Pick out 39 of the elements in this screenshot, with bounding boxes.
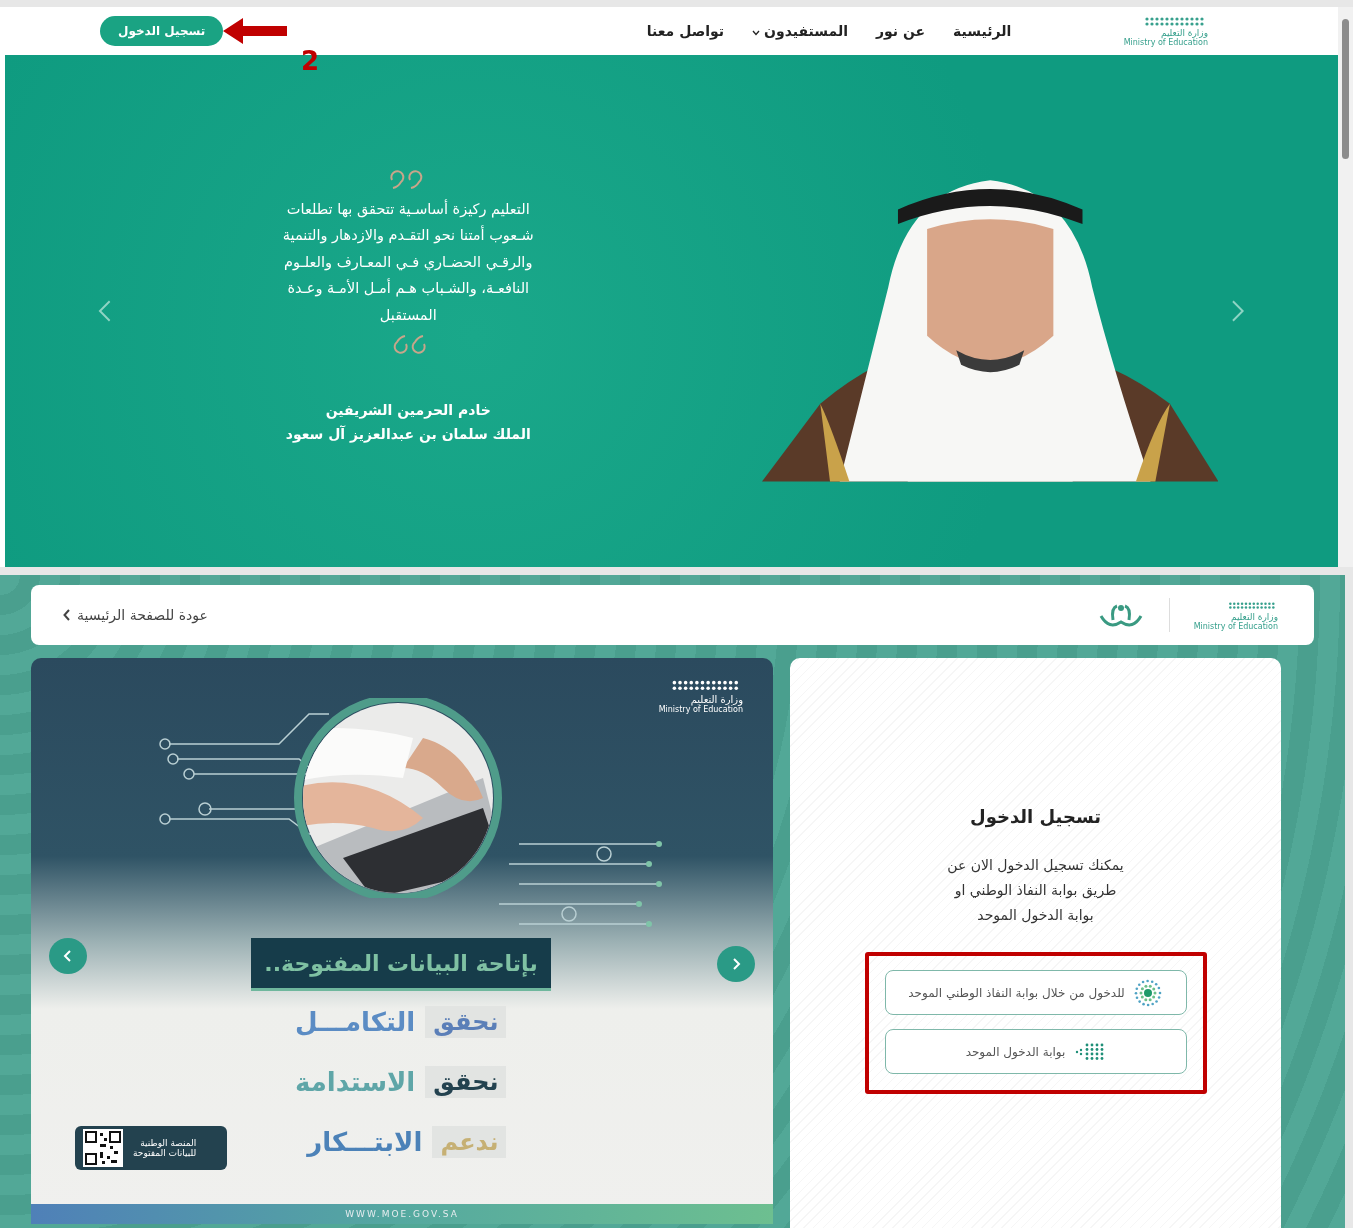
slogan-verb: نحقق — [425, 1006, 507, 1038]
logo-text: وزارة التعليم — [1230, 611, 1278, 622]
logo-text: وزارة التعليم — [1160, 27, 1208, 38]
login-option-button[interactable]: بوابة الدخول الموحد — [884, 1029, 1187, 1074]
chevron-left-icon — [63, 949, 73, 963]
scrollbar[interactable] — [1338, 7, 1353, 567]
logo-text: Ministry of Education — [1193, 621, 1278, 631]
slogan-text: الابتـــكار — [307, 1127, 423, 1157]
back-link[interactable]: عودة للصفحة الرئيسية — [63, 607, 208, 623]
slogan-verb: نحقق — [425, 1066, 507, 1098]
slogan-text: الاستدامة — [295, 1067, 416, 1097]
annotation-arrow-icon — [223, 16, 288, 46]
banner-headline: بإتاحة البيانات المفتوحة.. — [251, 938, 551, 991]
attribution-text: خادم الحرمين الشريفين — [325, 402, 491, 419]
nafath-icon — [1132, 977, 1163, 1008]
logo-icon — [1228, 599, 1278, 612]
chevron-right-icon — [731, 957, 741, 971]
nav-link[interactable]: المستفيدون — [752, 23, 848, 39]
chevron-icon — [63, 609, 71, 621]
logo-text: Ministry of Education — [658, 705, 743, 714]
qr-label: المنصة الوطنية للبيانات المفتوحة — [133, 1138, 197, 1158]
next-button[interactable] — [717, 946, 755, 982]
slogan-text: التكامـــل — [295, 1007, 416, 1037]
login-description: يمكنك تسجيل الدخول الان عن طريق بوابة النفاذ الوطني او بوابة الدخول الموحد — [947, 856, 1124, 926]
nav-link[interactable]: الرئيسية — [953, 23, 1012, 39]
attribution-text: الملك سلمان بن عبدالعزيز آل سعود — [285, 426, 531, 443]
quote-text: التعليم ركيزة أساسـية تتحقق بها تطلعات شـعوب أمتنا نحو التقـدم والازدهار والتنمية والرقـي الحضـاري فـي المعـارف والعلـوم النافعـة، والشـباب هـم أمـل الأمـة وعـدة المستقبل — [282, 198, 534, 325]
slogan-verb: ندعم — [432, 1126, 507, 1158]
logo-text: وزارة التعليم — [690, 694, 743, 705]
dots-icon — [1073, 1042, 1106, 1061]
previous-button[interactable] — [49, 938, 87, 974]
website-text: WWW.MOE.GOV.SA — [345, 1209, 459, 1219]
nav-link[interactable]: عن نور — [875, 23, 926, 39]
login-option-button[interactable]: للدخول من خلال بوابة النفاذ الوطني الموحد — [884, 970, 1187, 1015]
step-number: 2 — [301, 46, 320, 76]
nav-link[interactable]: تواصل معنا — [646, 23, 724, 39]
qr-code-icon — [83, 1129, 123, 1167]
login-title: تسجيل الدخول — [970, 806, 1101, 827]
logo-text: Ministry of Education — [1123, 37, 1208, 47]
